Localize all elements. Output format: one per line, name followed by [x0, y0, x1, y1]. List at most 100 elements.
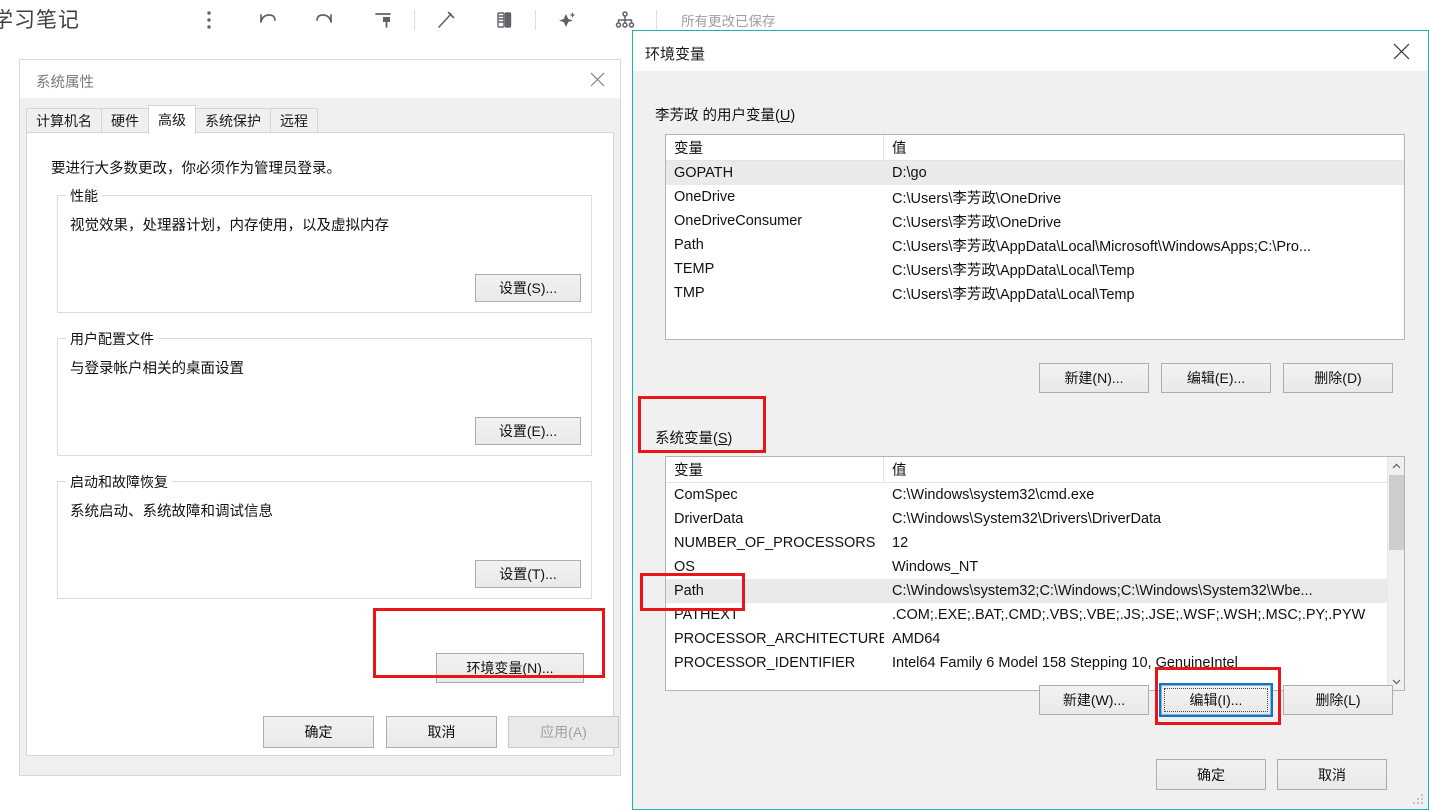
table-row[interactable]: ComSpec C:\Windows\system32\cmd.exe [666, 483, 1387, 507]
table-row[interactable]: TEMP C:\Users\李芳政\AppData\Local\Temp [666, 257, 1404, 281]
user-variables-listbox[interactable]: 变量 值 GOPATH D:\go OneDrive C:\Users\李芳政\… [665, 134, 1405, 340]
system-variables-delete-button[interactable]: 删除(L) [1283, 685, 1393, 715]
environment-variables-cancel-button[interactable]: 取消 [1277, 759, 1387, 790]
toolbar-separator-3 [656, 10, 657, 30]
startup-recovery-description: 系统启动、系统故障和调试信息 [70, 504, 273, 520]
admin-hint-label: 要进行大多数更改，你必须作为管理员登录。 [51, 161, 341, 177]
system-variables-label-suffix: ) [727, 431, 733, 447]
system-variables-new-button[interactable]: 新建(W)... [1039, 685, 1149, 715]
system-properties-title-bar: 系统属性 [20, 60, 620, 98]
table-row[interactable]: OneDrive C:\Users\李芳政\OneDrive [666, 185, 1404, 209]
user-variables-column-value[interactable]: 值 [884, 135, 1404, 161]
user-variables-header-row: 变量 值 [666, 135, 1404, 161]
table-row[interactable]: OneDriveConsumer C:\Users\李芳政\OneDrive [666, 209, 1404, 233]
system-variable-value: C:\Windows\system32\cmd.exe [892, 487, 1095, 503]
user-variable-name: GOPATH [674, 165, 734, 181]
system-variable-value: AMD64 [892, 631, 941, 647]
table-row[interactable]: GOPATH D:\go [666, 161, 1404, 185]
system-properties-cancel-button[interactable]: 取消 [386, 716, 497, 748]
environment-variables-title: 环境变量 [645, 46, 706, 63]
toolbar-separator-1 [414, 10, 415, 30]
toolbar-separator-2 [535, 10, 536, 30]
system-variable-value: Windows_NT [892, 559, 979, 575]
user-variable-value: C:\Users\李芳政\OneDrive [892, 214, 1062, 231]
close-icon[interactable] [1374, 31, 1428, 71]
screen: 学习笔记 所有更改已保存 系统属性 计算机名 硬件 高级 系统保护 远程 要进行… [0, 0, 1429, 810]
tab-remote[interactable]: 远程 [270, 108, 318, 133]
system-variables-scrollbar[interactable] [1387, 457, 1404, 690]
system-variables-group-label: 系统变量(S) [655, 427, 732, 448]
environment-variables-button[interactable]: 环境变量(N)... [436, 653, 584, 683]
system-properties-ok-button[interactable]: 确定 [263, 716, 374, 748]
tab-computer-name[interactable]: 计算机名 [26, 108, 102, 133]
system-variable-name: PROCESSOR_ARCHITECTURE [674, 631, 884, 647]
system-variables-label-accel: S [717, 431, 728, 447]
startup-recovery-groupbox: 启动和故障恢复 系统启动、系统故障和调试信息 设置(T)... [57, 472, 592, 599]
more-vertical-icon[interactable] [180, 0, 238, 40]
table-row[interactable]: PATHEXT .COM;.EXE;.BAT;.CMD;.VBS;.VBE;.J… [666, 603, 1387, 627]
system-properties-apply-button: 应用(A) [508, 716, 619, 748]
tab-hardware[interactable]: 硬件 [101, 108, 149, 133]
system-variables-column-name[interactable]: 变量 [666, 457, 884, 483]
table-row[interactable]: TMP C:\Users\李芳政\AppData\Local\Temp [666, 281, 1404, 305]
system-variables-listbox[interactable]: 变量 值 ComSpec C:\Windows\system32\cmd.exe… [665, 456, 1405, 691]
environment-variables-ok-button[interactable]: 确定 [1156, 759, 1266, 790]
startup-recovery-settings-button[interactable]: 设置(T)... [475, 560, 581, 588]
user-profiles-settings-button[interactable]: 设置(E)... [475, 417, 581, 445]
user-variable-value: D:\go [892, 165, 927, 181]
highlighter-icon[interactable] [475, 0, 533, 40]
tab-system-protection[interactable]: 系统保护 [195, 108, 271, 133]
system-variables-edit-button[interactable]: 编辑(I)... [1159, 683, 1273, 717]
table-row[interactable]: Path C:\Users\李芳政\AppData\Local\Microsof… [666, 233, 1404, 257]
user-variable-value: C:\Users\李芳政\AppData\Local\Microsoft\Win… [892, 238, 1312, 255]
user-variable-name: Path [674, 237, 704, 253]
user-variables-rows: GOPATH D:\go OneDrive C:\Users\李芳政\OneDr… [666, 161, 1404, 305]
system-variable-value: 12 [892, 535, 909, 551]
table-row[interactable]: NUMBER_OF_PROCESSORS 12 [666, 531, 1387, 555]
performance-settings-button[interactable]: 设置(S)... [475, 274, 581, 302]
user-variable-name: OneDriveConsumer [674, 213, 803, 229]
system-variables-column-value[interactable]: 值 [884, 457, 1387, 483]
system-variables-label-prefix: 系统变量( [655, 431, 718, 447]
system-variables-header-row: 变量 值 [666, 457, 1404, 483]
system-variable-name: NUMBER_OF_PROCESSORS [674, 535, 876, 551]
table-row[interactable]: DriverData C:\Windows\System32\Drivers\D… [666, 507, 1387, 531]
resize-grip[interactable] [1411, 792, 1425, 806]
user-variables-new-button[interactable]: 新建(N)... [1039, 363, 1149, 393]
system-properties-dialog: 系统属性 计算机名 硬件 高级 系统保护 远程 要进行大多数更改，你必须作为管理… [20, 60, 620, 775]
redo-icon[interactable] [296, 0, 354, 40]
system-variables-rows: ComSpec C:\Windows\system32\cmd.exe Driv… [666, 483, 1404, 675]
format-paint-icon[interactable] [354, 0, 412, 40]
user-profiles-description: 与登录帐户相关的桌面设置 [70, 361, 244, 377]
system-variable-name: PROCESSOR_IDENTIFIER [674, 655, 856, 671]
save-status-label: 所有更改已保存 [681, 14, 776, 29]
system-variable-name: PATHEXT [674, 607, 739, 623]
system-variable-value: C:\Windows\System32\Drivers\DriverData [892, 511, 1162, 527]
user-variable-value: C:\Users\李芳政\AppData\Local\Temp [892, 286, 1135, 303]
table-row[interactable]: PROCESSOR_ARCHITECTURE AMD64 [666, 627, 1387, 651]
scroll-up-icon[interactable] [1388, 457, 1404, 474]
pen-icon[interactable] [417, 0, 475, 40]
system-properties-tabstrip: 计算机名 硬件 高级 系统保护 远程 [26, 105, 318, 134]
table-row[interactable]: OS Windows_NT [666, 555, 1387, 579]
table-row[interactable]: Path C:\Windows\system32;C:\Windows;C:\W… [666, 579, 1387, 603]
system-variable-name: Path [674, 583, 704, 599]
user-variable-name: OneDrive [674, 189, 736, 205]
undo-icon[interactable] [238, 0, 296, 40]
user-variable-value: C:\Users\李芳政\OneDrive [892, 190, 1062, 207]
table-row[interactable]: PROCESSOR_IDENTIFIER Intel64 Family 6 Mo… [666, 651, 1387, 675]
scrollbar-thumb[interactable] [1389, 475, 1404, 550]
user-variables-edit-button[interactable]: 编辑(E)... [1161, 363, 1271, 393]
user-variable-value: C:\Users\李芳政\AppData\Local\Temp [892, 262, 1135, 279]
user-variables-column-name[interactable]: 变量 [666, 135, 884, 161]
environment-variables-title-bar: 环境变量 [633, 31, 1428, 71]
user-variable-name: TMP [674, 285, 705, 301]
close-icon[interactable] [574, 60, 620, 98]
system-variable-value: Intel64 Family 6 Model 158 Stepping 10, … [892, 655, 1238, 671]
tab-advanced[interactable]: 高级 [148, 105, 196, 134]
user-variables-delete-button[interactable]: 删除(D) [1283, 363, 1393, 393]
system-variable-name: OS [674, 559, 695, 575]
performance-groupbox: 性能 视觉效果，处理器计划，内存使用，以及虚拟内存 设置(S)... [57, 186, 592, 313]
advanced-tab-page: 要进行大多数更改，你必须作为管理员登录。 性能 视觉效果，处理器计划，内存使用，… [26, 132, 614, 756]
magic-wand-icon[interactable] [538, 0, 596, 40]
